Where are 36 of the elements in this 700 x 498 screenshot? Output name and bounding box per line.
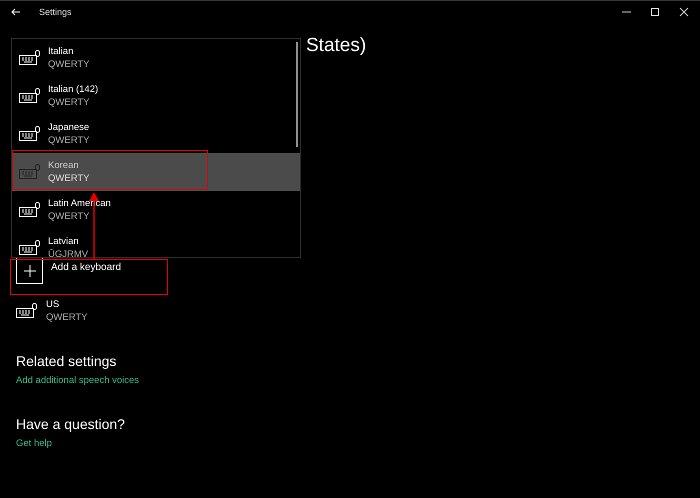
dropdown-item[interactable]: Italian QWERTY [12, 39, 300, 77]
keyboard-icon [19, 202, 41, 218]
keyboard-name: Italian (142) [48, 84, 98, 95]
keyboard-icon [19, 164, 41, 180]
keyboard-name: Latvian [48, 236, 79, 247]
back-arrow-icon[interactable] [11, 8, 21, 16]
dropdown-item[interactable]: Latvian ŪGJRMV [12, 229, 300, 257]
dropdown-item[interactable]: Italian (142) QWERTY [12, 77, 300, 115]
scrollbar[interactable] [296, 42, 298, 147]
keyboard-layout: QWERTY [46, 312, 88, 323]
section-heading: Related settings [16, 353, 116, 369]
keyboard-item[interactable]: US QWERTY [16, 299, 88, 323]
keyboard-layout: QWERTY [48, 135, 90, 146]
section-heading: Have a question? [16, 416, 125, 432]
window-title: Settings [39, 7, 72, 17]
keyboard-icon [16, 303, 38, 319]
keyboard-layout: QWERTY [48, 211, 90, 222]
keyboard-icon [19, 88, 41, 104]
keyboard-layout: QWERTY [48, 59, 90, 70]
page-heading: States) [306, 35, 366, 57]
keyboard-name: Italian [48, 46, 74, 57]
keyboard-name: Korean [48, 160, 79, 171]
keyboard-icon [19, 240, 41, 256]
keyboard-name: Japanese [48, 122, 90, 133]
keyboard-layout: QWERTY [48, 173, 90, 184]
keyboard-name: US [46, 299, 60, 310]
maximize-icon[interactable] [650, 7, 660, 17]
link[interactable]: Get help [16, 438, 52, 449]
keyboard-layout: QWERTY [48, 97, 90, 108]
dropdown-item[interactable]: Japanese QWERTY [12, 115, 300, 153]
dropdown-item[interactable]: Korean QWERTY [12, 153, 300, 191]
close-icon[interactable] [679, 7, 689, 17]
keyboard-icon [19, 50, 41, 66]
link[interactable]: Add additional speech voices [16, 375, 140, 386]
keyboard-layout: ŪGJRMV [48, 249, 88, 257]
keyboard-icon [19, 126, 41, 142]
